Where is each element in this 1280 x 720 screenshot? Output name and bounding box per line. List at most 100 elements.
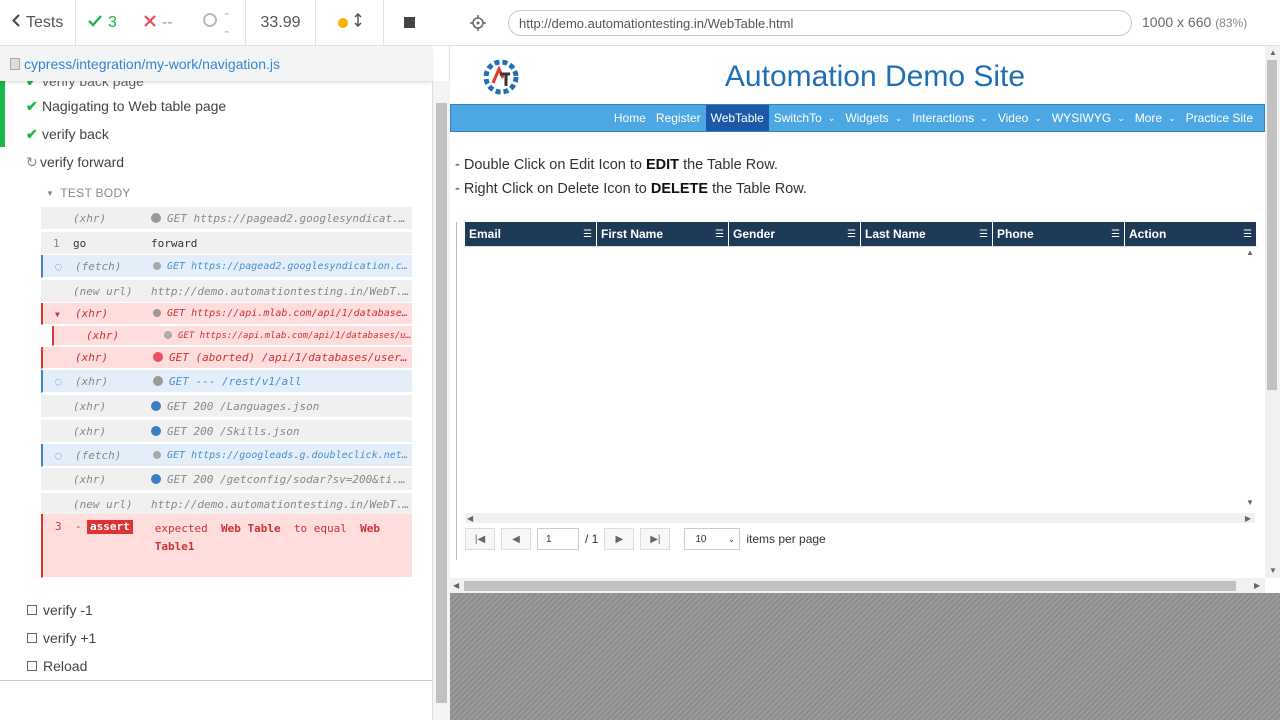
check-icon [88,14,102,32]
column-menu-icon[interactable]: ☰ [583,229,592,240]
scrollbar-thumb[interactable] [1267,60,1277,390]
command-name: (xhr) [86,329,120,342]
test-item[interactable]: Reload [0,652,432,680]
scroll-right-icon[interactable]: ▶ [1245,514,1251,523]
viewport-info[interactable]: 1000 x 660 (83%) [1142,14,1247,30]
nav-item-wysiwyg[interactable]: WYSIWYG ⌄ [1047,105,1130,131]
grid-horizontal-scrollbar[interactable]: ◀ ▶ [465,513,1255,523]
command-number: ◌ [43,449,75,462]
status-dot-icon [337,17,348,28]
test-item-running[interactable]: ↻ verify forward [0,148,432,176]
command-row[interactable]: (xhr) GET https://pagead2.googlesyndicat.… [41,207,412,230]
nav-item-widgets[interactable]: Widgets ⌄ [840,105,907,131]
column-header[interactable]: Last Name ☰ [861,222,993,246]
scroll-down-icon[interactable]: ▼ [1269,566,1277,575]
command-message: GET --- /rest/v1/all [153,375,412,388]
tests-button[interactable]: Tests [0,0,76,46]
prev-page-button[interactable]: ◀ [501,528,531,550]
first-page-button[interactable]: |◀ [465,528,495,550]
column-menu-icon[interactable]: ☰ [847,229,856,240]
reporter-scrollbar[interactable] [432,81,450,720]
status-dot-icon [151,212,161,223]
test-item[interactable]: verify +1 [0,624,432,652]
column-header[interactable]: First Name ☰ [597,222,729,246]
command-row[interactable]: (xhr) GET 200 /Skills.json [41,420,412,443]
scroll-right-icon[interactable]: ▶ [1254,581,1260,590]
stop-button[interactable] [384,0,434,46]
scroll-up-icon[interactable]: ▲ [1269,48,1277,57]
scrollbar-thumb[interactable] [436,103,447,703]
reporter-panel: Tests 3 -- -- 33.99 cypress/integration/… [0,0,450,720]
column-header[interactable]: Gender ☰ [729,222,861,246]
command-name: (new url) [73,284,133,298]
column-header[interactable]: Phone ☰ [993,222,1125,246]
scroll-down-icon[interactable]: ▼ [1246,498,1254,507]
command-row[interactable]: 1 go forward [41,232,412,255]
scroll-left-icon[interactable]: ◀ [467,514,473,523]
command-row[interactable]: (xhr) GET (aborted) /api/1/databases/user… [41,347,412,369]
column-menu-icon[interactable]: ☰ [1111,229,1120,240]
selector-playground-icon[interactable] [470,15,486,36]
command-name: (xhr) [73,424,107,438]
command-row[interactable]: (xhr) GET 200 /Languages.json [41,395,412,418]
auto-scroll-toggle[interactable] [316,0,384,46]
pending-stat: -- [190,0,246,46]
url-bar[interactable]: http://demo.automationtesting.in/WebTabl… [508,10,1132,36]
frame-vertical-scrollbar[interactable]: ▲ ▼ [1265,46,1280,578]
nav-item-practice-site[interactable]: Practice Site [1181,105,1258,131]
command-row[interactable]: (new url) http://demo.automationtesting.i… [41,493,412,516]
scroll-left-icon[interactable]: ◀ [453,581,459,590]
next-page-button[interactable]: ▶ [604,528,635,550]
command-row[interactable]: ◌ (fetch) GET https://pagead2.googlesyndic… [41,255,412,278]
chevron-down-icon: ⌄ [894,112,903,123]
command-row[interactable]: ▼ (xhr) GET https://api.mlab.com/api/1/dat… [41,303,412,325]
tests-label: Tests [26,13,64,31]
command-name: go [73,236,87,250]
column-header[interactable]: Email ☰ [465,222,597,246]
command-message: GET https://pagead2.googlesyndicat... [151,212,412,225]
instruction-delete: - Right Click on Delete Icon to DELETE t… [455,181,807,197]
nav-item-register[interactable]: Register [651,105,706,131]
column-menu-icon[interactable]: ☰ [1243,229,1252,240]
command-name: (xhr) [73,399,107,413]
command-row[interactable]: (new url) http://demo.automationtesting.i… [41,280,412,303]
passed-count: 3 [108,13,117,31]
grid-body [465,246,1257,514]
grid-vertical-scrollbar[interactable]: ▲ ▼ [1243,248,1255,514]
nav-item-switchto[interactable]: SwitchTo ⌄ [769,105,841,131]
nav-item-webtable[interactable]: WebTable [705,105,769,131]
assert-message: expected Web Table to equal Web Table1 [154,522,380,553]
last-page-button[interactable]: ▶| [640,528,671,550]
failed-stat: -- [132,0,190,46]
test-item[interactable]: ✔ Nagigating to Web table page [0,92,432,120]
assert-command[interactable]: 3 - assert expected Web Table to equal W… [41,514,412,578]
nav-item-interactions[interactable]: Interactions ⌄ [907,105,993,131]
frame-horizontal-scrollbar[interactable]: ◀ ▶ [450,578,1265,593]
status-dot-icon [164,330,172,339]
nav-item-home[interactable]: Home [609,105,651,131]
column-menu-icon[interactable]: ☰ [979,229,988,240]
command-row[interactable]: (xhr) GET https://api.mlab.com/api/1/data… [52,326,412,346]
column-header[interactable]: Action ☰ [1125,222,1257,246]
command-row[interactable]: ◌ (fetch) GET https://googleads.g.doublecl… [41,444,412,467]
nav-item-more[interactable]: More ⌄ [1130,105,1181,131]
assert-badge: assert [87,520,133,534]
command-message: GET https://pagead2.googlesyndication.co… [153,261,412,272]
page-count: / 1 [585,532,599,546]
nav-item-video[interactable]: Video ⌄ [993,105,1047,131]
test-body-header[interactable]: ▼ TEST BODY [46,186,131,200]
spinner-icon: ◌ [55,259,62,273]
spec-path-link[interactable]: cypress/integration/my-work/navigation.j… [24,56,280,72]
command-row[interactable]: ◌ (xhr) GET --- /rest/v1/all [41,370,412,393]
command-row[interactable]: (xhr) GET 200 /getconfig/sodar?sv=200&ti.… [41,468,412,491]
test-item[interactable]: verify -1 [0,596,432,624]
page-input[interactable]: 1 [537,528,579,550]
scroll-up-icon[interactable]: ▲ [1246,248,1254,257]
column-menu-icon[interactable]: ☰ [715,229,724,240]
grid-pager: |◀ ◀ 1 / 1 ▶ ▶| 10 ⌄ items per page [465,527,826,551]
scrollbar-thumb[interactable] [464,581,1236,591]
checkbox-icon [27,605,37,615]
test-item[interactable]: ✔ verify back [0,120,432,148]
per-page-select[interactable]: 10 ⌄ [684,528,741,550]
web-table-grid: Email ☰ First Name ☰ Gender ☰ Last Name ☰ Phone ☰… [456,222,1257,560]
